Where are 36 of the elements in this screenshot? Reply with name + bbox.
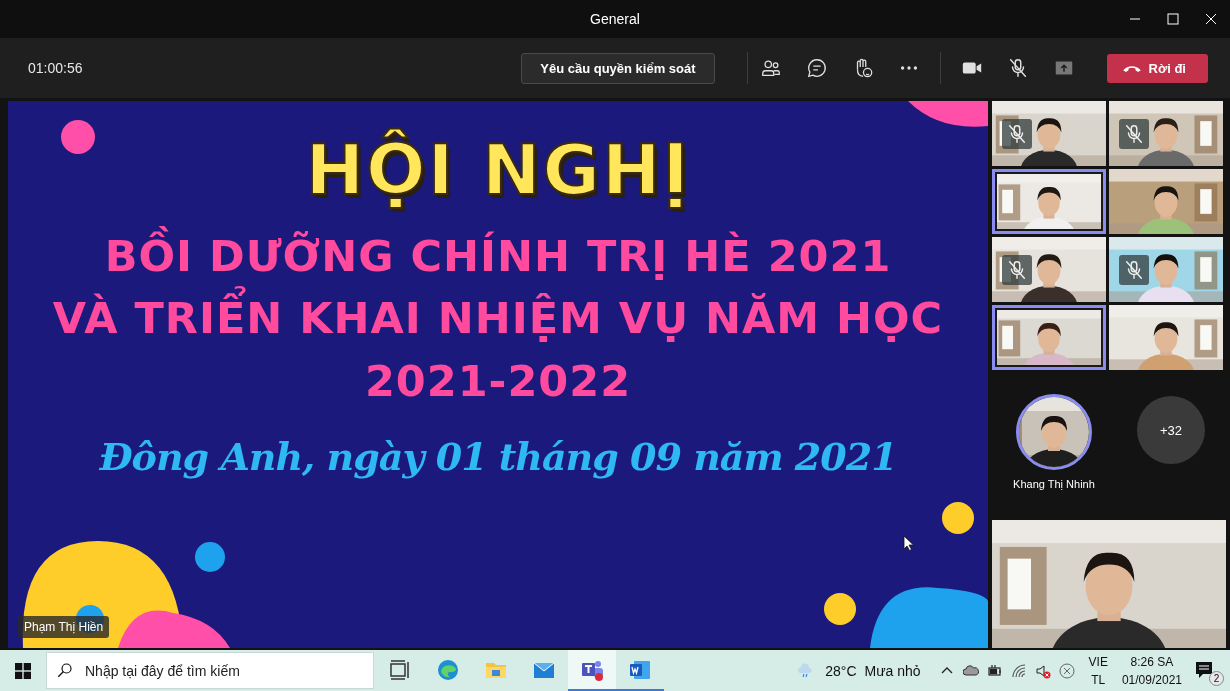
- close-circle-icon[interactable]: [1058, 662, 1075, 679]
- notification-count: 2: [1209, 670, 1224, 686]
- leave-button[interactable]: Rời đi: [1106, 53, 1208, 83]
- slide-title: HỘI NGHỊ: [305, 129, 691, 211]
- mic-off-icon: [1002, 118, 1032, 149]
- phone-icon: [1122, 64, 1141, 72]
- slide-heading: VÀ TRIỂN KHAI NHIỆM VỤ NĂM HỌC: [52, 287, 944, 350]
- mic-off-icon: [1119, 118, 1149, 149]
- notification-icon[interactable]: [1194, 659, 1214, 680]
- cloud-icon[interactable]: [962, 662, 979, 679]
- clock-date[interactable]: 01/09/2021: [1121, 672, 1182, 687]
- speaker-muted-icon[interactable]: [1034, 662, 1051, 679]
- participant-name: Khang Thị Nhinh: [1013, 478, 1095, 490]
- window-title: General: [590, 11, 640, 27]
- weather-text: Mưa nhỏ: [864, 662, 921, 679]
- browser-icon: [436, 657, 460, 682]
- search-field[interactable]: Nhập tại đây để tìm kiếm: [46, 652, 374, 689]
- cursor-icon: [903, 535, 915, 551]
- call-timer: 01:00:56: [28, 60, 83, 76]
- clock-time[interactable]: 8:26 SA: [1130, 654, 1174, 669]
- task-view-icon: [388, 657, 412, 682]
- wifi-icon[interactable]: [1010, 662, 1027, 679]
- battery-icon[interactable]: [986, 662, 1003, 679]
- keyboard-layout-text[interactable]: TL: [1091, 672, 1106, 687]
- mic-off-icon: [1119, 254, 1149, 285]
- presenter-name: Phạm Thị Hiền: [18, 616, 110, 638]
- search-icon: [56, 661, 74, 679]
- language-text[interactable]: VIE: [1088, 654, 1108, 669]
- more-participants-badge[interactable]: +32: [1136, 396, 1205, 464]
- mic-off-icon: [1002, 254, 1032, 285]
- request-control-button[interactable]: Yêu cầu quyền kiểm soát: [521, 52, 715, 84]
- temperature-text: 28°C: [825, 662, 857, 679]
- windows-icon[interactable]: [15, 662, 31, 679]
- chat-icon[interactable]: [805, 57, 828, 79]
- slide-subtitle: Đông Anh, ngày 01 tháng 09 năm 2021: [99, 434, 897, 480]
- slide-heading: 2021-2022: [364, 354, 632, 408]
